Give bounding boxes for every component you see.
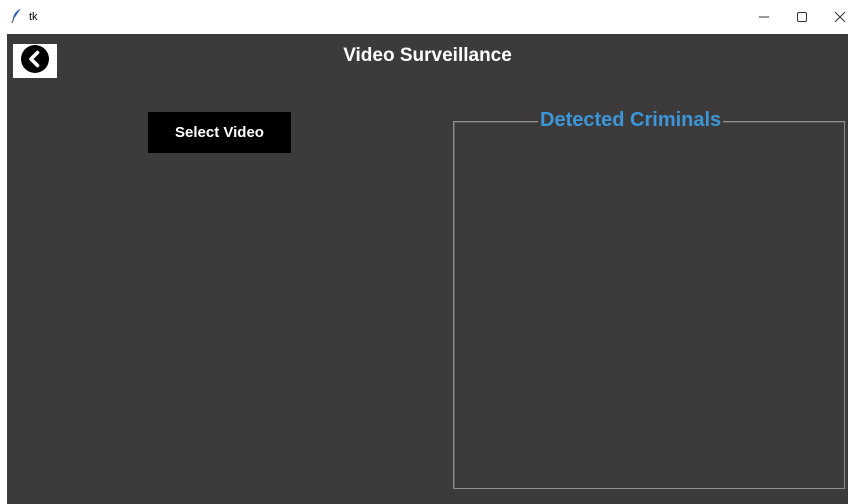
select-video-button[interactable]: Select Video [148,112,291,153]
minimize-icon [759,12,769,22]
close-icon [835,12,845,22]
window-title: tk [29,11,38,23]
close-button[interactable] [822,0,848,34]
maximize-button[interactable] [784,0,820,34]
minimize-button[interactable] [746,0,782,34]
maximize-icon [797,12,807,22]
feather-icon [11,8,21,24]
detected-criminals-panel [453,121,845,489]
title-bar[interactable]: tk [0,0,848,34]
main-content: Video Surveillance Select Video Detected… [7,34,848,504]
detected-criminals-title: Detected Criminals [538,108,724,132]
app-window: tk Video Surveillance Select Video Detec… [0,0,848,504]
page-title: Video Surveillance [343,45,512,66]
